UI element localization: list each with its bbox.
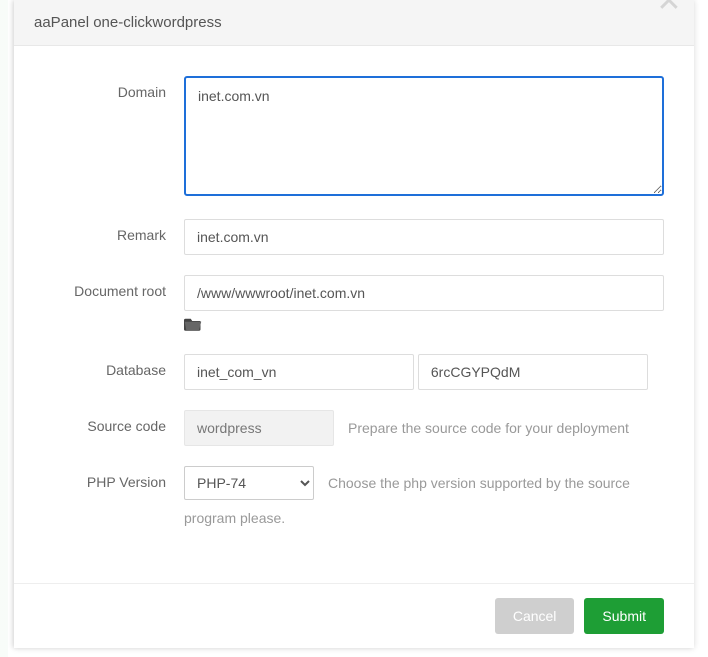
- docroot-label: Document root: [44, 275, 184, 299]
- modal-dialog: aaPanel one-clickwordpress ✕ Domain inet…: [14, 0, 694, 648]
- php-label: PHP Version: [44, 466, 184, 490]
- source-label: Source code: [44, 410, 184, 434]
- remark-label: Remark: [44, 219, 184, 243]
- submit-button[interactable]: Submit: [584, 598, 664, 634]
- source-hint: Prepare the source code for your deploym…: [348, 418, 664, 439]
- database-name-input[interactable]: [184, 354, 414, 390]
- php-version-select[interactable]: PHP-74: [184, 466, 314, 500]
- modal-header: aaPanel one-clickwordpress ✕: [14, 0, 694, 46]
- domain-label: Domain: [44, 76, 184, 100]
- cancel-button[interactable]: Cancel: [495, 598, 575, 634]
- domain-input[interactable]: inet.com.vn: [184, 76, 664, 196]
- source-code-input: [184, 410, 334, 446]
- php-hint-line2: program please.: [184, 508, 664, 529]
- database-label: Database: [44, 354, 184, 378]
- folder-icon[interactable]: [184, 317, 664, 334]
- database-password-input[interactable]: [418, 354, 648, 390]
- remark-input[interactable]: [184, 219, 664, 255]
- modal-body: Domain inet.com.vn Remark Document root …: [14, 46, 694, 583]
- close-icon[interactable]: ✕: [654, 0, 684, 24]
- docroot-input[interactable]: [184, 275, 664, 311]
- modal-title: aaPanel one-clickwordpress: [34, 14, 674, 31]
- php-hint-line1: Choose the php version supported by the …: [328, 473, 664, 494]
- modal-footer: Cancel Submit: [14, 583, 694, 648]
